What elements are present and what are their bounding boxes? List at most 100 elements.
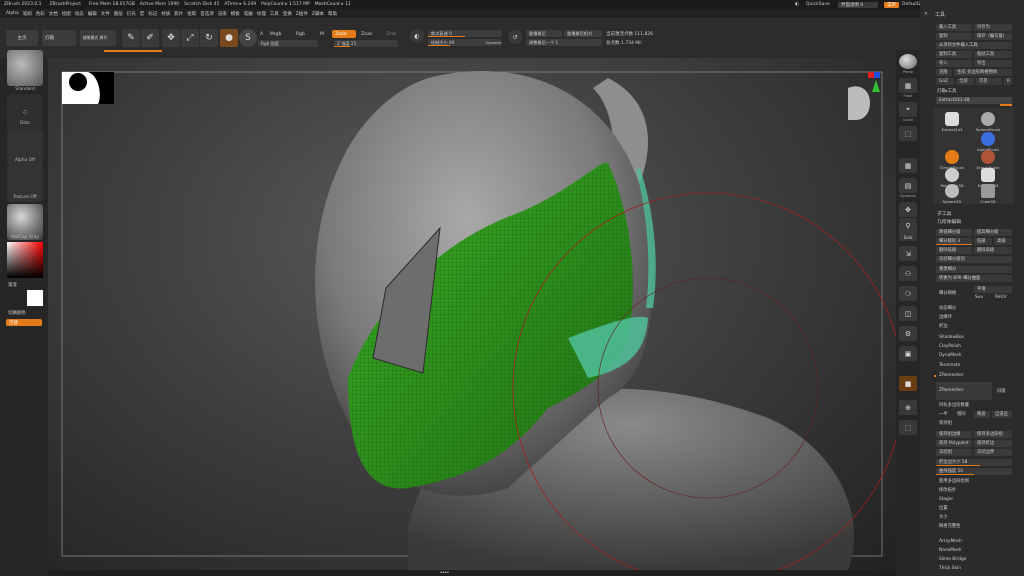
crease-size-slider[interactable]: 折边边大小 58: [936, 459, 1012, 466]
higher-res-button[interactable]: 提高细分级: [974, 229, 1012, 236]
material-sphere-icon[interactable]: ●: [220, 29, 238, 47]
subtool-header[interactable]: 子工具: [934, 211, 951, 218]
save-as-button[interactable]: 另存为: [974, 24, 1012, 31]
goz-all-button[interactable]: 全部: [956, 78, 974, 85]
import-button[interactable]: 导入: [936, 60, 972, 67]
tessimate-section[interactable]: Tessimate: [936, 362, 960, 369]
gradient-label[interactable]: 渐变: [8, 282, 17, 288]
rotate-icon[interactable]: ↻: [200, 29, 218, 47]
lower-res-button[interactable]: 降低细分级: [936, 229, 972, 236]
save-numbered-button[interactable]: 保存（编号复）: [974, 33, 1012, 40]
goz-visible-button[interactable]: 可见: [976, 78, 1002, 85]
palette-pin-icon[interactable]: ✕: [924, 12, 928, 17]
z-intensity-slider[interactable]: Z 强度 25: [334, 40, 398, 47]
copy-tool-button[interactable]: 复制: [936, 33, 972, 40]
clone-button[interactable]: 克隆: [936, 69, 952, 76]
smt-toggle[interactable]: 平滑: [974, 286, 1012, 293]
modify-topology-section[interactable]: 修改拓扑: [936, 487, 956, 494]
mrgb-toggle[interactable]: Mrgb: [270, 32, 281, 37]
bottom-shelf-expand-icon[interactable]: ▴▴▴▴: [440, 570, 449, 575]
zremesher-button[interactable]: ZRemesher: [936, 382, 992, 400]
make-polymesh-button[interactable]: 生成 多边形网格物体: [954, 69, 1012, 76]
lightbox-tools-link[interactable]: 灯箱▸工具: [934, 88, 956, 95]
menu-item-edit[interactable]: 编辑: [88, 11, 97, 17]
home-button[interactable]: 主页: [6, 30, 38, 46]
tool-thumb-extract243[interactable]: Extract243: [938, 112, 966, 136]
menu-item-texture[interactable]: 纹理: [257, 11, 266, 17]
reuv-toggle[interactable]: ReUV: [992, 294, 1007, 301]
suv-toggle[interactable]: Suv: [972, 294, 983, 301]
zremesher-section[interactable]: ZRemesher: [936, 372, 964, 379]
transparency-slider[interactable]: 界面透明 0: [838, 1, 878, 8]
goz-button[interactable]: GoZ: [936, 78, 954, 85]
line-fill-icon[interactable]: ▣: [899, 346, 917, 361]
menu-item-picker[interactable]: 拾取: [187, 11, 196, 17]
menu-item-preferences[interactable]: 首选项: [200, 11, 214, 17]
menu-item-dynamics[interactable]: 动态: [75, 11, 84, 17]
geometry-header[interactable]: 几何体编辑: [934, 219, 961, 226]
sphere-preview-icon[interactable]: [899, 54, 917, 69]
same-button[interactable]: 相同: [954, 411, 966, 418]
zcut-toggle[interactable]: Zcut: [386, 32, 396, 37]
solo-toggle[interactable]: Solo: [899, 233, 917, 241]
thick-skin-section[interactable]: Thick Skin: [936, 565, 961, 572]
switch-color-button[interactable]: 切换颜色: [8, 310, 26, 316]
current-tool-slider[interactable]: Extract243 48: [936, 97, 1012, 104]
delete-higher-button[interactable]: 删除高级: [974, 247, 1012, 254]
del-higher-short-button[interactable]: 高级: [994, 238, 1012, 245]
shadowbox-section[interactable]: ShadowBox: [936, 334, 964, 341]
menu-item-file[interactable]: 文件: [101, 11, 110, 17]
scale-icon[interactable]: ⤢: [181, 29, 199, 47]
lock-icon[interactable]: ⊕: [899, 400, 917, 415]
transp-icon[interactable]: ⚇: [899, 266, 917, 281]
nanomesh-section[interactable]: NanoMesh: [936, 547, 962, 554]
menu-item-movie[interactable]: 影片: [174, 11, 183, 17]
tool-thumb-sphere3d[interactable]: Sphere3D: [938, 184, 966, 208]
keep-polygroups-button[interactable]: 保持多边形组: [974, 431, 1012, 438]
duplicate-tool-button[interactable]: 复制工具: [936, 51, 972, 58]
keep-groups-toggle[interactable]: 保持组: [936, 420, 952, 427]
menu-item-alpha[interactable]: Alpha: [6, 11, 19, 16]
arraymesh-section[interactable]: ArrayMesh: [936, 538, 962, 545]
gradient-sphere-icon[interactable]: S: [239, 29, 257, 47]
menu-item-macro[interactable]: 宏: [140, 11, 145, 17]
half-button[interactable]: 一半: [936, 411, 948, 418]
quicksave-button[interactable]: QuickSave: [806, 2, 830, 7]
menu-item-document[interactable]: 文档: [49, 11, 58, 17]
menu-item-color[interactable]: 色彩: [36, 11, 45, 17]
polyf-icon[interactable]: ◫: [899, 306, 917, 321]
navigation-head-icon[interactable]: [848, 72, 880, 120]
focal-shift-slider[interactable]: 焦点衰减 0: [428, 30, 502, 37]
menu-item-light[interactable]: 灯光: [127, 11, 136, 17]
a-toggle[interactable]: A: [260, 32, 263, 37]
floor-icon[interactable]: ▦: [899, 78, 917, 93]
menu-item-stencil[interactable]: 模板: [231, 11, 240, 17]
menu-item-brush[interactable]: 笔刷: [23, 11, 32, 17]
replay-last-relative-button[interactable]: 重播最后相对: [564, 30, 602, 37]
brush-thumbnail[interactable]: [7, 50, 43, 86]
freeze-border-button[interactable]: 冻结边界: [974, 449, 1012, 456]
scale-view-icon[interactable]: ⚲: [899, 218, 917, 233]
focal-shift-icon[interactable]: ◐: [410, 29, 424, 43]
zsub-toggle[interactable]: Zsub: [361, 32, 372, 37]
menu-item-zscript[interactable]: Z脚本: [312, 11, 324, 17]
menu-item-layer[interactable]: 图层: [114, 11, 123, 17]
edgeloop-section[interactable]: 边缘环: [936, 314, 952, 321]
reconstruct-subdiv-button[interactable]: 重建细分: [936, 266, 1012, 273]
claypolish-section[interactable]: ClayPolish: [936, 343, 961, 350]
menu-item-transform[interactable]: 变换: [283, 11, 292, 17]
menu-item-render[interactable]: 渲染: [218, 11, 227, 17]
frame-icon[interactable]: ⬚: [899, 126, 917, 141]
move-icon[interactable]: ✥: [162, 29, 180, 47]
crease-section[interactable]: 折边: [936, 323, 948, 330]
lightbox-button[interactable]: 灯箱: [42, 30, 76, 46]
rgb-intensity-slider[interactable]: Rgb 强度: [258, 40, 318, 47]
freeze-subdiv-button[interactable]: 冻结细分级别: [936, 256, 1012, 263]
rgb-toggle[interactable]: Rgb: [296, 32, 305, 37]
divide-button[interactable]: 细分网格: [936, 290, 956, 297]
menu-item-help[interactable]: 帮助: [328, 11, 337, 17]
m-toggle[interactable]: M: [320, 32, 324, 37]
3d-viewport[interactable]: [48, 58, 904, 576]
sdiv-slider[interactable]: 细分级别 3: [936, 238, 972, 245]
secondary-color-swatch[interactable]: [27, 290, 43, 306]
